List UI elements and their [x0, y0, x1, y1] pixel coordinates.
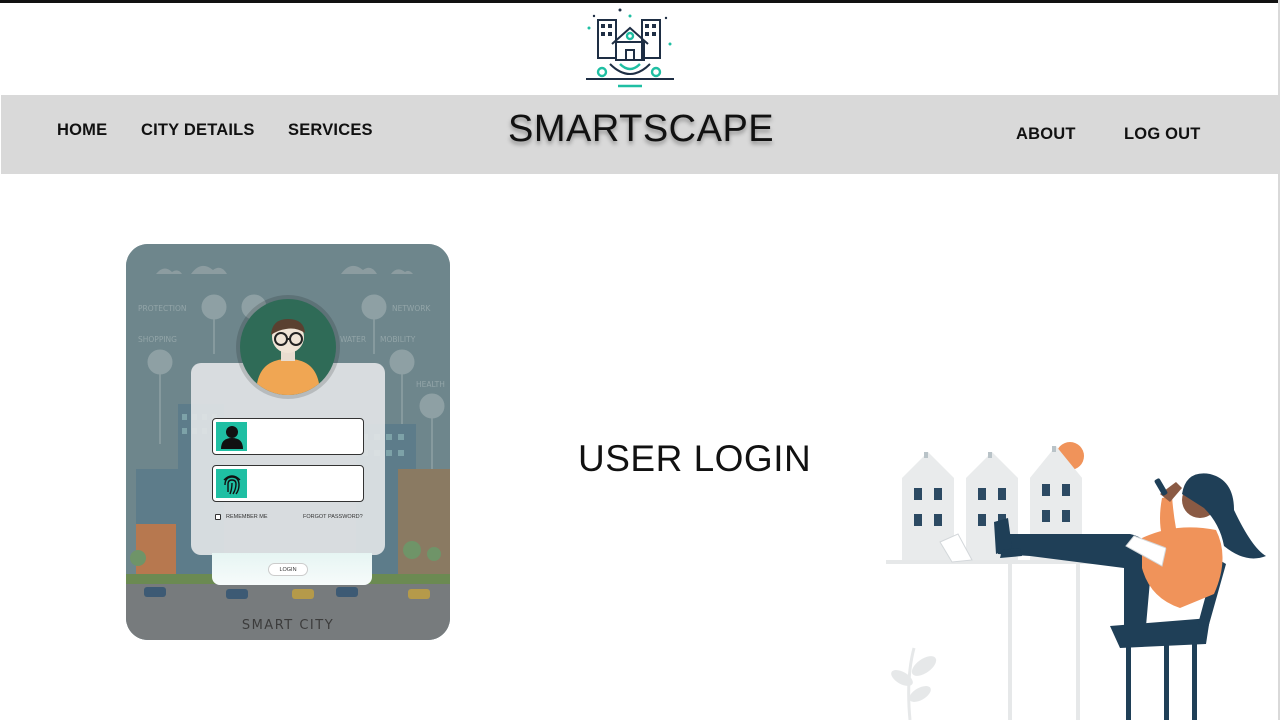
nav-city-details-link[interactable]: CITY DETAILS: [141, 121, 255, 140]
nav-about-link[interactable]: ABOUT: [1016, 125, 1076, 144]
user-icon: [216, 422, 247, 451]
smart-city-caption: SMART CITY: [241, 618, 335, 633]
bg-label-network: NETWORK: [392, 304, 431, 313]
remember-me-label: REMEMBER ME: [226, 514, 268, 520]
bg-label-shopping: SHOPPING: [138, 335, 177, 344]
login-card: PROTECTION NETWORK SHOPPING WATER MOBILI…: [126, 244, 450, 640]
woman-relaxing-with-phone-illustration: [886, 442, 1266, 720]
nav-services-link[interactable]: SERVICES: [288, 121, 373, 140]
login-button[interactable]: LOGIN: [268, 563, 308, 576]
remember-me-checkbox[interactable]: [215, 514, 221, 520]
password-field[interactable]: [212, 465, 364, 502]
bg-label-water: WATER: [340, 335, 366, 344]
forgot-password-link[interactable]: FORGOT PASSWORD?: [303, 514, 363, 520]
username-field[interactable]: [212, 418, 364, 455]
bg-label-health: HEALTH: [416, 380, 445, 389]
fingerprint-icon: [216, 469, 247, 498]
nav-home-link[interactable]: HOME: [57, 121, 107, 140]
password-input[interactable]: [251, 470, 359, 497]
user-login-heading: USER LOGIN: [578, 438, 812, 479]
brand-name: SMARTSCAPE: [508, 108, 775, 150]
bg-label-mobility: MOBILITY: [380, 335, 416, 344]
remember-me[interactable]: REMEMBER ME: [215, 514, 268, 520]
username-input[interactable]: [251, 423, 359, 450]
smart-city-logo-icon[interactable]: [584, 8, 676, 92]
bg-label-protection: PROTECTION: [138, 304, 187, 313]
user-avatar: [240, 299, 336, 395]
nav-logout-link[interactable]: LOG OUT: [1124, 125, 1201, 144]
top-border: [0, 0, 1280, 3]
